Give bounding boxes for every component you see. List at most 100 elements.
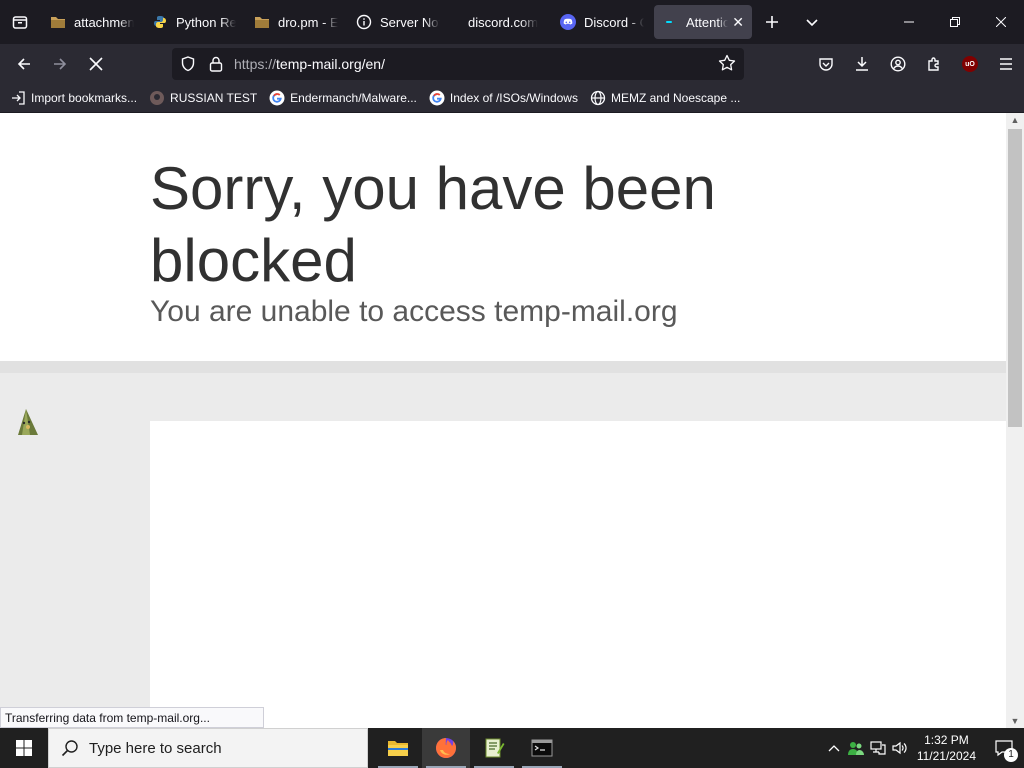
account-icon xyxy=(890,56,906,72)
bookmark-memz[interactable]: MEMZ and Noescape ... xyxy=(590,90,740,106)
scrollbar-thumb[interactable] xyxy=(1008,129,1022,427)
clock-date: 11/21/2024 xyxy=(916,749,976,763)
restore-button[interactable] xyxy=(932,0,978,44)
search-icon xyxy=(61,739,79,757)
stop-icon xyxy=(89,57,103,71)
chevron-down-icon xyxy=(806,19,818,27)
taskbar-notepad[interactable] xyxy=(470,728,518,768)
page-content: Sorry, you have been blocked You are una… xyxy=(0,113,1006,728)
account-button[interactable] xyxy=(880,44,916,84)
network-tray-icon[interactable] xyxy=(867,728,889,768)
minimize-button[interactable] xyxy=(886,0,932,44)
tab-dro-pm[interactable]: dro.pm - E xyxy=(246,5,346,39)
toolbar-right: uO xyxy=(808,44,1024,84)
bookmarks-toolbar: Import bookmarks... RUSSIAN TEST Enderma… xyxy=(0,84,1024,112)
content-panel xyxy=(150,421,1006,728)
url-bar[interactable]: https://temp-mail.org/en/ xyxy=(172,48,744,80)
network-icon xyxy=(870,741,886,755)
taskbar-terminal[interactable] xyxy=(518,728,566,768)
pocket-button[interactable] xyxy=(808,44,844,84)
block-header: Sorry, you have been blocked You are una… xyxy=(0,113,1006,361)
divider xyxy=(0,361,1006,373)
page-title: Sorry, you have been blocked xyxy=(150,155,716,294)
windows-logo-icon xyxy=(16,740,32,756)
bookmark-import[interactable]: Import bookmarks... xyxy=(10,90,137,106)
tab-attention[interactable]: Attention ✕ xyxy=(654,5,752,39)
plus-icon xyxy=(766,16,778,28)
menu-button[interactable] xyxy=(988,44,1024,84)
chevron-up-icon xyxy=(828,745,840,752)
python-icon xyxy=(152,14,168,30)
taskbar: Type here to search 1:32 PM 11/21/2024 1 xyxy=(0,728,1024,768)
discord-icon xyxy=(560,14,576,30)
page-subtitle: You are unable to access temp-mail.org xyxy=(150,295,678,328)
download-icon xyxy=(856,57,868,71)
speaker-icon xyxy=(892,741,907,755)
volume-tray-icon[interactable] xyxy=(889,728,911,768)
tab-attachments[interactable]: attachments xyxy=(42,5,142,39)
github-icon xyxy=(149,90,165,106)
close-tab-icon[interactable]: ✕ xyxy=(732,14,744,31)
pocket-icon xyxy=(819,58,833,71)
navigation-toolbar: https://temp-mail.org/en/ uO xyxy=(0,44,1024,84)
lock-icon[interactable] xyxy=(202,48,230,80)
window-controls xyxy=(886,0,1024,44)
bookmark-star-icon[interactable] xyxy=(718,54,736,77)
notepad-plus-icon xyxy=(485,738,505,758)
screen: attachments Python Releases dro.pm - E S… xyxy=(0,0,1024,768)
firefox-view-icon xyxy=(12,16,28,29)
scroll-down-icon[interactable]: ▼ xyxy=(1006,714,1024,728)
bookmark-endermanch-malware[interactable]: Endermanch/Malware... xyxy=(269,90,417,106)
google-icon xyxy=(429,90,445,106)
folder-icon xyxy=(50,14,66,30)
new-tab-button[interactable] xyxy=(752,0,792,44)
restore-icon xyxy=(950,17,960,27)
back-button[interactable] xyxy=(6,48,42,80)
taskbar-file-explorer[interactable] xyxy=(374,728,422,768)
tab-discord[interactable]: Discord - C xyxy=(552,5,652,39)
firefox-view-button[interactable] xyxy=(0,0,40,44)
system-tray: 1:32 PM 11/21/2024 1 xyxy=(823,728,1024,768)
vertical-scrollbar[interactable]: ▲ ▼ xyxy=(1006,113,1024,728)
arrow-right-icon xyxy=(54,58,67,70)
google-icon xyxy=(269,90,285,106)
close-icon xyxy=(996,17,1006,27)
hamburger-menu-icon xyxy=(1000,58,1012,70)
taskbar-firefox[interactable] xyxy=(422,728,470,768)
scroll-up-icon[interactable]: ▲ xyxy=(1006,113,1024,127)
forward-button[interactable] xyxy=(42,48,78,80)
folder-icon xyxy=(254,14,270,30)
clock[interactable]: 1:32 PM 11/21/2024 xyxy=(917,732,976,764)
import-icon xyxy=(10,90,26,106)
firefox-icon xyxy=(436,738,456,758)
bookmark-russian-test[interactable]: RUSSIAN TEST xyxy=(149,90,257,106)
people-icon xyxy=(847,742,864,755)
info-icon xyxy=(356,14,372,30)
ublock-origin-icon[interactable]: uO xyxy=(962,56,978,72)
action-center-button[interactable]: 1 xyxy=(984,728,1024,768)
tracking-protection-icon[interactable] xyxy=(174,48,202,80)
file-explorer-icon xyxy=(388,741,408,756)
globe-icon xyxy=(590,90,606,106)
terminal-icon xyxy=(531,739,553,757)
close-window-button[interactable] xyxy=(978,0,1024,44)
taskbar-search-box[interactable]: Type here to search xyxy=(48,728,368,768)
notification-badge: 1 xyxy=(1004,748,1018,762)
loading-icon xyxy=(662,14,678,30)
tab-server-not-found[interactable]: Server Not xyxy=(348,5,448,39)
start-button[interactable] xyxy=(0,728,48,768)
downloads-button[interactable] xyxy=(844,44,880,84)
url-text[interactable]: https://temp-mail.org/en/ xyxy=(234,56,385,72)
arrow-left-icon xyxy=(17,58,30,70)
people-tray-icon[interactable] xyxy=(845,728,867,768)
stop-button[interactable] xyxy=(78,48,114,80)
list-all-tabs-button[interactable] xyxy=(792,0,832,44)
extensions-button[interactable] xyxy=(916,44,952,84)
bookmark-index-of-isos[interactable]: Index of /ISOs/Windows xyxy=(429,90,578,106)
animated-cursor-icon xyxy=(16,407,42,439)
clock-time: 1:32 PM xyxy=(924,733,969,747)
show-hidden-icons-button[interactable] xyxy=(823,728,845,768)
puzzle-icon xyxy=(928,57,939,71)
tab-discord-com[interactable]: discord.com xyxy=(450,5,550,39)
tab-python-releases[interactable]: Python Releases xyxy=(144,5,244,39)
